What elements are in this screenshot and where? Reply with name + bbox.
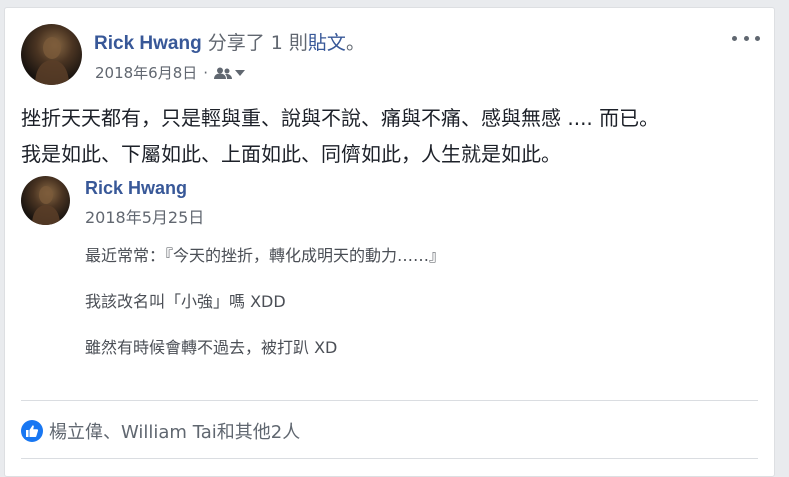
- share-action-suffix: 。: [345, 32, 365, 54]
- divider: [21, 458, 758, 459]
- shared-post-date-link[interactable]: 2018年5月25日: [85, 204, 204, 228]
- feed-post-card: Rick Hwang 分享了 1 則貼文。 2018年6月8日 · 挫折天天都有…: [4, 7, 775, 477]
- audience-selector[interactable]: [214, 67, 246, 79]
- post-header: Rick Hwang 分享了 1 則貼文。: [94, 28, 365, 55]
- shared-post-link[interactable]: 貼文: [308, 32, 346, 54]
- shared-post: Rick Hwang 2018年5月25日 最近常常：『今天的挫折，轉化成明天的…: [21, 174, 761, 404]
- reactions-text: 楊立偉、William Tai和其他2人: [49, 422, 301, 443]
- shared-author-name-link[interactable]: Rick Hwang: [85, 178, 187, 199]
- more-horizontal-icon: [732, 35, 737, 41]
- post-meta: 2018年6月8日 ·: [95, 62, 246, 83]
- like-icon: [21, 420, 43, 442]
- share-action-prefix: 分享了 1 則: [207, 32, 308, 54]
- author-avatar[interactable]: [21, 24, 82, 85]
- divider: [21, 400, 758, 401]
- post-body: 挫折天天都有，只是輕與重、說與不說、痛與不痛、感與無感 .... 而已。 我是如…: [21, 100, 758, 172]
- post-date-link[interactable]: 2018年6月8日: [95, 62, 197, 83]
- more-options-button[interactable]: [732, 30, 760, 46]
- meta-separator: ·: [203, 63, 209, 82]
- shared-text-line: 我該改名叫「小強」嗎 XDD: [85, 292, 286, 311]
- shared-text-line: 最近常常：『今天的挫折，轉化成明天的動力……』: [85, 246, 446, 265]
- chevron-down-icon: [235, 69, 246, 76]
- author-name-link[interactable]: Rick Hwang: [94, 33, 202, 54]
- shared-post-body: 最近常常：『今天的挫折，轉化成明天的動力……』 我該改名叫「小強」嗎 XDD 雖…: [85, 244, 445, 382]
- post-text-line: 我是如此、下屬如此、上面如此、同儕如此，人生就是如此。: [21, 142, 561, 166]
- shared-author-avatar[interactable]: [21, 176, 70, 225]
- shared-text-line: 雖然有時候會轉不過去，被打趴 XD: [85, 338, 338, 357]
- post-text-line: 挫折天天都有，只是輕與重、說與不說、痛與不痛、感與無感 .... 而已。: [21, 106, 660, 130]
- friends-icon: [214, 67, 233, 79]
- reactions-summary[interactable]: 楊立偉、William Tai和其他2人: [21, 418, 300, 444]
